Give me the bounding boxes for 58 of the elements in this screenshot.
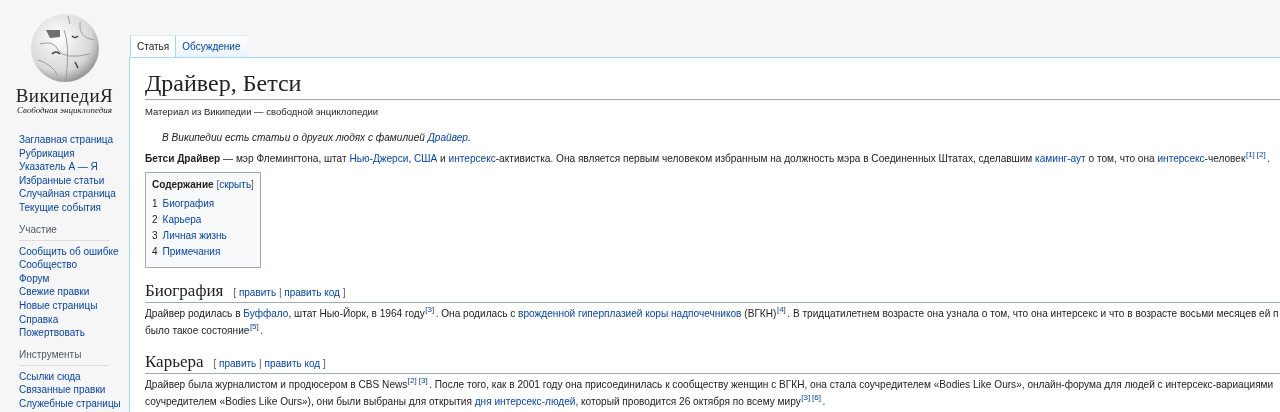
toc-number: 4 bbox=[152, 245, 158, 259]
link[interactable]: Драйвер bbox=[427, 132, 468, 143]
page-subtitle: Материал из Википедии — свободной энциклопедии bbox=[145, 106, 380, 118]
tab[interactable]: Статья bbox=[130, 35, 176, 57]
edit-links: [ править | править код ] bbox=[233, 287, 346, 298]
sidebar-link[interactable]: Ссылки сюда bbox=[19, 369, 81, 384]
footnote-link[interactable]: [4] bbox=[776, 305, 787, 314]
sidebar-link[interactable]: Случайная страница bbox=[19, 187, 116, 201]
link[interactable]: США bbox=[414, 153, 438, 164]
link[interactable]: интерсекс bbox=[1157, 153, 1205, 164]
section-heading: Карьера bbox=[145, 351, 204, 373]
toc-link[interactable]: Биография bbox=[162, 196, 215, 212]
sidebar-link[interactable]: Служебные страницы bbox=[19, 396, 121, 411]
sidebar-link[interactable]: Пожертвовать bbox=[19, 326, 85, 340]
sidebar-link[interactable]: Сообщество bbox=[19, 258, 78, 272]
edit-links: [ править | править код ] bbox=[213, 358, 326, 369]
sidebar-link[interactable]: Новые страницы bbox=[19, 298, 98, 313]
link[interactable]: каминг-аут bbox=[1035, 153, 1086, 164]
toc-number: 3 bbox=[152, 229, 158, 243]
sidebar-link[interactable]: Сообщить об ошибке bbox=[19, 244, 119, 259]
sidebar-link[interactable]: Текущие события bbox=[19, 200, 101, 215]
toc-number: 1 bbox=[152, 197, 158, 211]
toc-number: 2 bbox=[152, 213, 158, 227]
footnote-link[interactable]: [3] bbox=[418, 376, 429, 385]
sidebar-link[interactable]: Справка bbox=[19, 312, 59, 327]
footnote-link[interactable]: [3] bbox=[424, 305, 435, 314]
sidebar-heading: Участие bbox=[19, 222, 109, 241]
section-heading: Биография bbox=[145, 280, 224, 302]
toc-link[interactable]: Карьера bbox=[162, 212, 202, 228]
sidebar-link[interactable]: Форум bbox=[19, 271, 50, 286]
page-title: Драйвер, Бетси bbox=[145, 69, 1280, 100]
footnote-link[interactable]: [6] bbox=[811, 393, 822, 402]
sidebar-link[interactable]: Свежие правки bbox=[19, 285, 90, 299]
site-tagline: Свободная энциклопедия bbox=[17, 105, 112, 116]
link[interactable]: интерсекс bbox=[448, 153, 496, 164]
link[interactable]: править код bbox=[284, 287, 340, 298]
link[interactable]: врожденной гиперплазией коры надпочечников bbox=[518, 308, 742, 319]
sidebar-link[interactable]: Связанные правки bbox=[19, 383, 106, 397]
footnote-link[interactable]: [2] bbox=[407, 376, 418, 385]
sidebar-heading: Инструменты bbox=[19, 347, 109, 366]
toc-link[interactable]: Личная жизнь bbox=[162, 228, 227, 244]
sidebar-link[interactable]: Заглавная страница bbox=[19, 133, 114, 147]
footnote-link[interactable]: [1] bbox=[1245, 150, 1256, 159]
link[interactable]: править код bbox=[264, 358, 321, 369]
link[interactable]: править bbox=[219, 358, 257, 369]
hatnote: В Википедии есть статьи о других людях с фамилией Драйвер. bbox=[161, 131, 472, 145]
toc-title: Содержание bbox=[152, 179, 214, 190]
sidebar-link[interactable]: Указатель А — Я bbox=[19, 160, 98, 174]
toc-toggle: [скрыть] bbox=[216, 179, 254, 190]
site-wordmark: ВикипедиЯ bbox=[15, 87, 114, 105]
link[interactable]: править bbox=[238, 287, 277, 298]
sidebar-link[interactable]: Избранные статьи bbox=[19, 173, 105, 188]
toc-link[interactable]: Примечания bbox=[162, 244, 221, 260]
footnote-link[interactable]: [2] bbox=[1256, 150, 1267, 159]
footnote-link[interactable]: [5] bbox=[249, 322, 260, 331]
footnote-link[interactable]: [3] bbox=[800, 393, 811, 402]
sidebar-link[interactable]: Рубрикация bbox=[19, 146, 75, 161]
tab[interactable]: Обсуждение bbox=[175, 35, 247, 57]
